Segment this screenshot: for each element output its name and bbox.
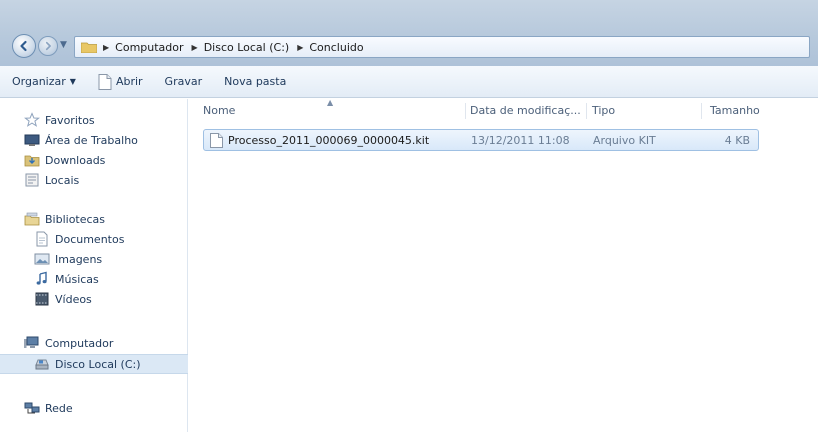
nav-item-places[interactable]: Locais xyxy=(0,170,188,190)
breadcrumb-computer[interactable]: ▶ Computador xyxy=(103,41,184,54)
organize-button[interactable]: Organizar ▼ xyxy=(12,75,76,88)
nav-label: Computador xyxy=(45,336,114,350)
new-folder-button[interactable]: Nova pasta xyxy=(224,75,286,88)
navigation-pane: Favoritos Área de Trabalho Downloads Loc… xyxy=(0,99,188,432)
nav-label: Locais xyxy=(45,173,80,187)
images-icon xyxy=(34,253,50,265)
address-bar[interactable]: ▶ Computador ▶ Disco Local (C:) ▶ Conclu… xyxy=(74,36,810,58)
breadcrumb-label: Concluido xyxy=(309,40,364,54)
places-icon xyxy=(25,173,39,187)
column-header-date[interactable]: Data de modificaç... xyxy=(470,104,581,117)
forward-button[interactable] xyxy=(38,36,58,56)
music-note-icon xyxy=(36,271,47,285)
nav-label: Vídeos xyxy=(55,292,92,306)
back-button[interactable] xyxy=(12,34,36,58)
table-row[interactable]: Processo_2011_000069_0000045.kit 13/12/2… xyxy=(203,129,759,151)
nav-item-favorites[interactable]: Favoritos xyxy=(0,110,188,130)
computer-icon xyxy=(24,336,39,348)
file-icon xyxy=(210,133,223,148)
nav-item-downloads[interactable]: Downloads xyxy=(0,150,188,170)
recent-pages-chevron-down-icon[interactable]: ▼ xyxy=(60,40,67,50)
nav-item-computer[interactable]: Computador xyxy=(0,333,188,353)
breadcrumb-local-disk[interactable]: ▶ Disco Local (C:) xyxy=(192,41,290,54)
burn-label: Gravar xyxy=(164,75,203,88)
file-type: Arquivo KIT xyxy=(593,134,656,147)
command-bar: Organizar ▼ Abrir Gravar Nova pasta xyxy=(0,66,818,98)
nav-item-music[interactable]: Músicas xyxy=(0,269,188,289)
column-header-size[interactable]: Tamanho xyxy=(710,104,760,117)
window-titlebar: ▼ ▶ Computador ▶ Disco Local (C:) ▶ Conc… xyxy=(0,0,818,66)
nav-label: Imagens xyxy=(55,252,103,266)
file-date: 13/12/2011 11:08 xyxy=(471,134,570,147)
nav-label: Favoritos xyxy=(45,113,95,127)
nav-label: Downloads xyxy=(45,153,106,167)
nav-label: Área de Trabalho xyxy=(45,133,138,147)
desktop-icon xyxy=(24,134,40,146)
arrow-right-icon xyxy=(45,41,51,51)
chevron-right-icon: ▶ xyxy=(103,42,110,52)
nav-item-desktop[interactable]: Área de Trabalho xyxy=(0,130,188,150)
column-header-type[interactable]: Tipo xyxy=(592,104,615,117)
file-size: 4 KB xyxy=(724,134,750,147)
open-button[interactable]: Abrir xyxy=(98,73,143,90)
documents-icon xyxy=(36,231,48,247)
organize-label: Organizar xyxy=(12,75,66,88)
nav-item-videos[interactable]: Vídeos xyxy=(0,289,188,309)
file-name: Processo_2011_000069_0000045.kit xyxy=(228,134,430,147)
chevron-right-icon: ▶ xyxy=(191,42,198,52)
star-icon xyxy=(24,112,40,127)
new-folder-label: Nova pasta xyxy=(224,75,287,88)
nav-item-images[interactable]: Imagens xyxy=(0,249,188,269)
breadcrumb-concluido[interactable]: ▶ Concluido xyxy=(297,41,363,54)
breadcrumb-label: Disco Local (C:) xyxy=(203,40,290,54)
network-icon xyxy=(24,402,40,414)
burn-button[interactable]: Gravar xyxy=(165,75,203,88)
column-divider[interactable] xyxy=(586,103,587,119)
downloads-folder-icon xyxy=(24,155,40,167)
document-icon xyxy=(98,73,112,90)
breadcrumb-label: Computador xyxy=(115,40,184,54)
sort-ascending-icon: ▲ xyxy=(327,98,334,107)
nav-label: Documentos xyxy=(55,232,125,246)
column-header-name[interactable]: Nome xyxy=(203,104,235,117)
open-label: Abrir xyxy=(115,75,143,88)
nav-item-documents[interactable]: Documentos xyxy=(0,229,188,249)
file-list: Nome ▲ Data de modificaç... Tipo Tamanho… xyxy=(189,98,818,432)
chevron-down-icon: ▼ xyxy=(69,77,76,86)
nav-label: Rede xyxy=(45,401,73,415)
arrow-left-icon xyxy=(20,40,27,52)
column-divider[interactable] xyxy=(701,103,702,119)
hard-drive-icon xyxy=(35,359,49,370)
nav-item-local-disk[interactable]: Disco Local (C:) xyxy=(0,354,188,374)
nav-label: Bibliotecas xyxy=(45,212,106,226)
nav-item-network[interactable]: Rede xyxy=(0,398,188,418)
chevron-right-icon: ▶ xyxy=(297,42,304,52)
nav-label: Disco Local (C:) xyxy=(55,357,141,371)
nav-item-libraries[interactable]: Bibliotecas xyxy=(0,209,188,229)
libraries-icon xyxy=(24,212,40,226)
column-divider[interactable] xyxy=(465,103,466,119)
column-header-row: Nome ▲ Data de modificaç... Tipo Tamanho xyxy=(189,98,818,123)
nav-label: Músicas xyxy=(55,272,99,286)
videos-icon xyxy=(35,292,49,306)
folder-icon xyxy=(81,42,97,53)
